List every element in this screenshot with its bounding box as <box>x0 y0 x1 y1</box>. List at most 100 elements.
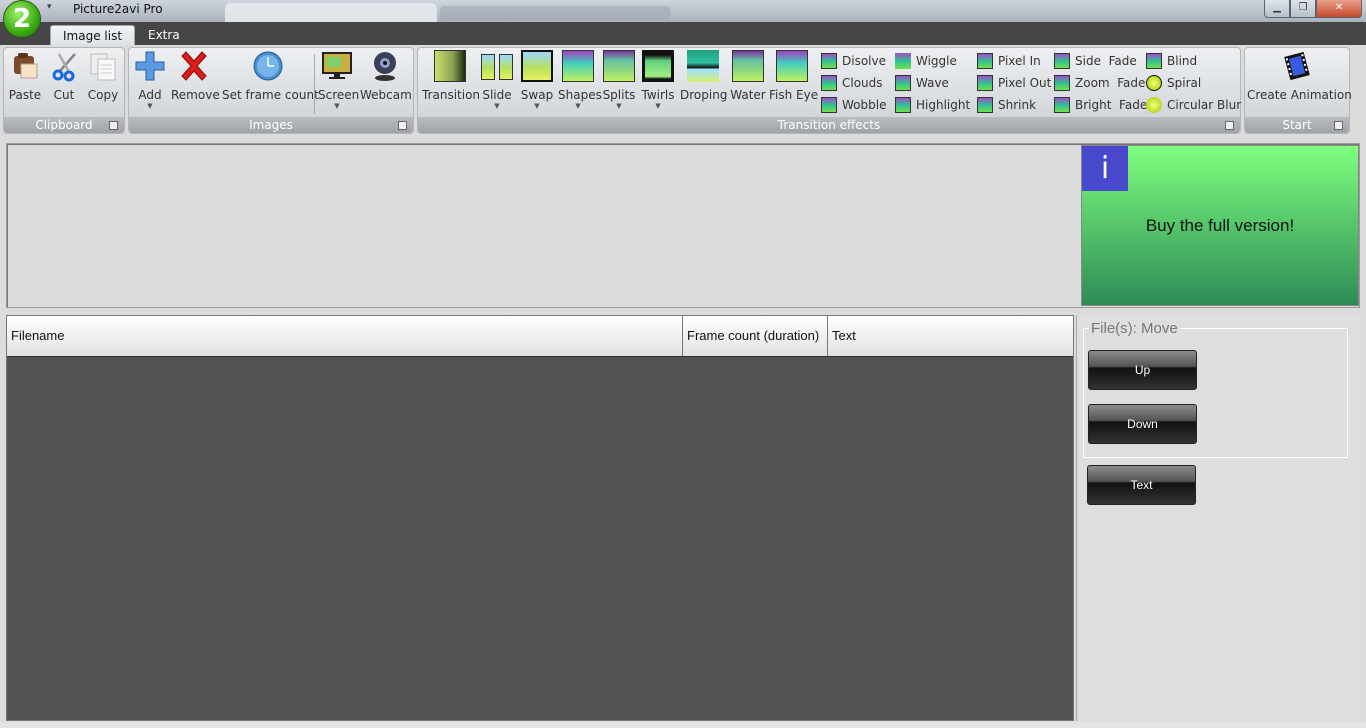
side-panel: File(s): Move Up Down Text <box>1076 315 1360 721</box>
create-animation-button[interactable]: Create Animation <box>1247 50 1352 102</box>
move-up-button[interactable]: Up <box>1088 350 1197 390</box>
effect-side-fade[interactable]: Side Fade <box>1054 52 1137 70</box>
shapes-thumbnail-icon <box>562 50 594 82</box>
splits-dropdown-caret[interactable]: ▼ <box>602 102 636 110</box>
effect-highlight[interactable]: Highlight <box>895 96 970 114</box>
splits-thumbnail-icon <box>603 50 635 82</box>
effect-shapes-button[interactable]: Shapes ▼ <box>558 50 602 110</box>
transition-effects-dialog-launcher[interactable] <box>1225 121 1234 130</box>
shapes-dropdown-caret[interactable]: ▼ <box>558 102 598 110</box>
transition-thumbnail-icon <box>434 50 466 82</box>
add-button[interactable]: Add ▼ <box>132 50 168 110</box>
buy-full-version-text: Buy the full version! <box>1145 216 1295 235</box>
slide-thumbnail-icon <box>481 50 513 82</box>
image-list-table[interactable]: Filename Frame count (duration) Text <box>6 315 1074 721</box>
effect-water-button[interactable]: Water <box>730 50 766 102</box>
move-down-button[interactable]: Down <box>1088 404 1197 444</box>
effect-twirls-button[interactable]: Twirls ▼ <box>640 50 676 110</box>
images-separator <box>314 54 315 114</box>
effect-wobble[interactable]: Wobble <box>821 96 886 114</box>
tab-image-list[interactable]: Image list <box>50 25 136 45</box>
effect-zoom-fade[interactable]: Zoom Fade <box>1054 74 1145 92</box>
quick-access-dropdown[interactable]: ▾ <box>47 2 52 12</box>
info-icon: i <box>1082 146 1128 191</box>
effect-clouds[interactable]: Clouds <box>821 74 883 92</box>
copy-button[interactable]: Copy <box>86 50 120 102</box>
side-fade-icon <box>1054 53 1070 69</box>
images-dialog-launcher[interactable] <box>398 121 407 130</box>
images-group: Add ▼ Remove Set frame count Screen ▼ We… <box>128 47 414 134</box>
pixel-out-icon <box>977 75 993 91</box>
ribbon-tab-bar: Image list Extra <box>0 22 1366 45</box>
effect-swap-button[interactable]: Swap ▼ <box>519 50 555 110</box>
screen-button[interactable]: Screen ▼ <box>318 50 359 110</box>
clouds-icon <box>821 75 837 91</box>
highlight-icon <box>895 97 911 113</box>
paste-button[interactable]: Paste <box>8 50 42 102</box>
cut-button[interactable]: Cut <box>49 50 79 102</box>
film-icon <box>1284 51 1310 81</box>
effect-wave[interactable]: Wave <box>895 74 949 92</box>
twirls-dropdown-caret[interactable]: ▼ <box>640 102 676 110</box>
effect-blind[interactable]: Blind <box>1146 52 1197 70</box>
tab-extra[interactable]: Extra <box>136 25 192 45</box>
window-controls: ▁ ❐ ✕ <box>1264 0 1362 18</box>
wobble-icon <box>821 97 837 113</box>
text-button[interactable]: Text <box>1087 465 1196 505</box>
app-logo-icon[interactable]: 2 <box>3 0 41 38</box>
effect-wiggle[interactable]: Wiggle <box>895 52 957 70</box>
swap-thumbnail-icon <box>521 50 553 82</box>
webcam-icon <box>374 52 396 81</box>
clipboard-dialog-launcher[interactable] <box>109 121 118 130</box>
effect-droping-button[interactable]: Droping <box>680 50 727 102</box>
effect-shrink[interactable]: Shrink <box>977 96 1036 114</box>
column-header-filename[interactable]: Filename <box>7 316 683 356</box>
column-header-frame-count[interactable]: Frame count (duration) <box>683 316 828 356</box>
effect-bright-fade[interactable]: Bright Fade <box>1054 96 1147 114</box>
maximize-button[interactable]: ❐ <box>1290 0 1316 18</box>
spiral-icon <box>1146 75 1162 91</box>
column-header-text[interactable]: Text <box>828 316 1073 356</box>
copy-icon <box>90 53 116 81</box>
webcam-button[interactable]: Webcam <box>360 50 412 102</box>
effect-disolve[interactable]: Disolve <box>821 52 886 70</box>
clipboard-group-label: Clipboard <box>4 117 124 133</box>
background-window-title <box>440 6 670 20</box>
effect-pixel-in[interactable]: Pixel In <box>977 52 1041 70</box>
transition-effects-group: Transition Slide ▼ Swap ▼ Shapes ▼ Split… <box>417 47 1241 134</box>
effect-fish-eye-button[interactable]: Fish Eye <box>769 50 818 102</box>
app-title: Picture2avi Pro <box>73 2 163 16</box>
shrink-icon <box>977 97 993 113</box>
zoom-fade-icon <box>1054 75 1070 91</box>
close-button[interactable]: ✕ <box>1316 0 1362 18</box>
droping-thumbnail-icon <box>687 50 719 82</box>
wiggle-icon <box>895 53 911 69</box>
wave-icon <box>895 75 911 91</box>
remove-button[interactable]: Remove <box>171 50 220 102</box>
bright-fade-icon <box>1054 97 1070 113</box>
pixel-in-icon <box>977 53 993 69</box>
start-group: Create Animation Start <box>1244 47 1352 134</box>
slide-dropdown-caret[interactable]: ▼ <box>480 102 514 110</box>
effect-pixel-out[interactable]: Pixel Out <box>977 74 1051 92</box>
twirls-thumbnail-icon <box>642 50 674 82</box>
buy-full-version-banner[interactable]: i Buy the full version! <box>1081 145 1359 306</box>
effect-transition-button[interactable]: Transition <box>422 50 480 102</box>
clock-icon <box>253 51 283 81</box>
paste-icon <box>14 53 38 79</box>
images-group-label: Images <box>129 117 413 133</box>
add-dropdown-caret[interactable]: ▼ <box>132 102 168 110</box>
effect-slide-button[interactable]: Slide ▼ <box>480 50 514 110</box>
effect-circular-blur[interactable]: Circular Blur <box>1146 96 1241 114</box>
move-files-legend: File(s): Move <box>1089 320 1180 337</box>
screen-dropdown-caret[interactable]: ▼ <box>318 102 356 110</box>
swap-dropdown-caret[interactable]: ▼ <box>519 102 555 110</box>
effect-splits-button[interactable]: Splits ▼ <box>602 50 636 110</box>
monitor-icon <box>322 52 352 79</box>
set-frame-count-button[interactable]: Set frame count <box>222 50 319 102</box>
start-dialog-launcher[interactable] <box>1334 121 1343 130</box>
minimize-button[interactable]: ▁ <box>1264 0 1290 18</box>
effect-spiral[interactable]: Spiral <box>1146 74 1201 92</box>
blind-icon <box>1146 53 1162 69</box>
clipboard-group: Paste Cut Copy Clipboard <box>3 47 125 134</box>
